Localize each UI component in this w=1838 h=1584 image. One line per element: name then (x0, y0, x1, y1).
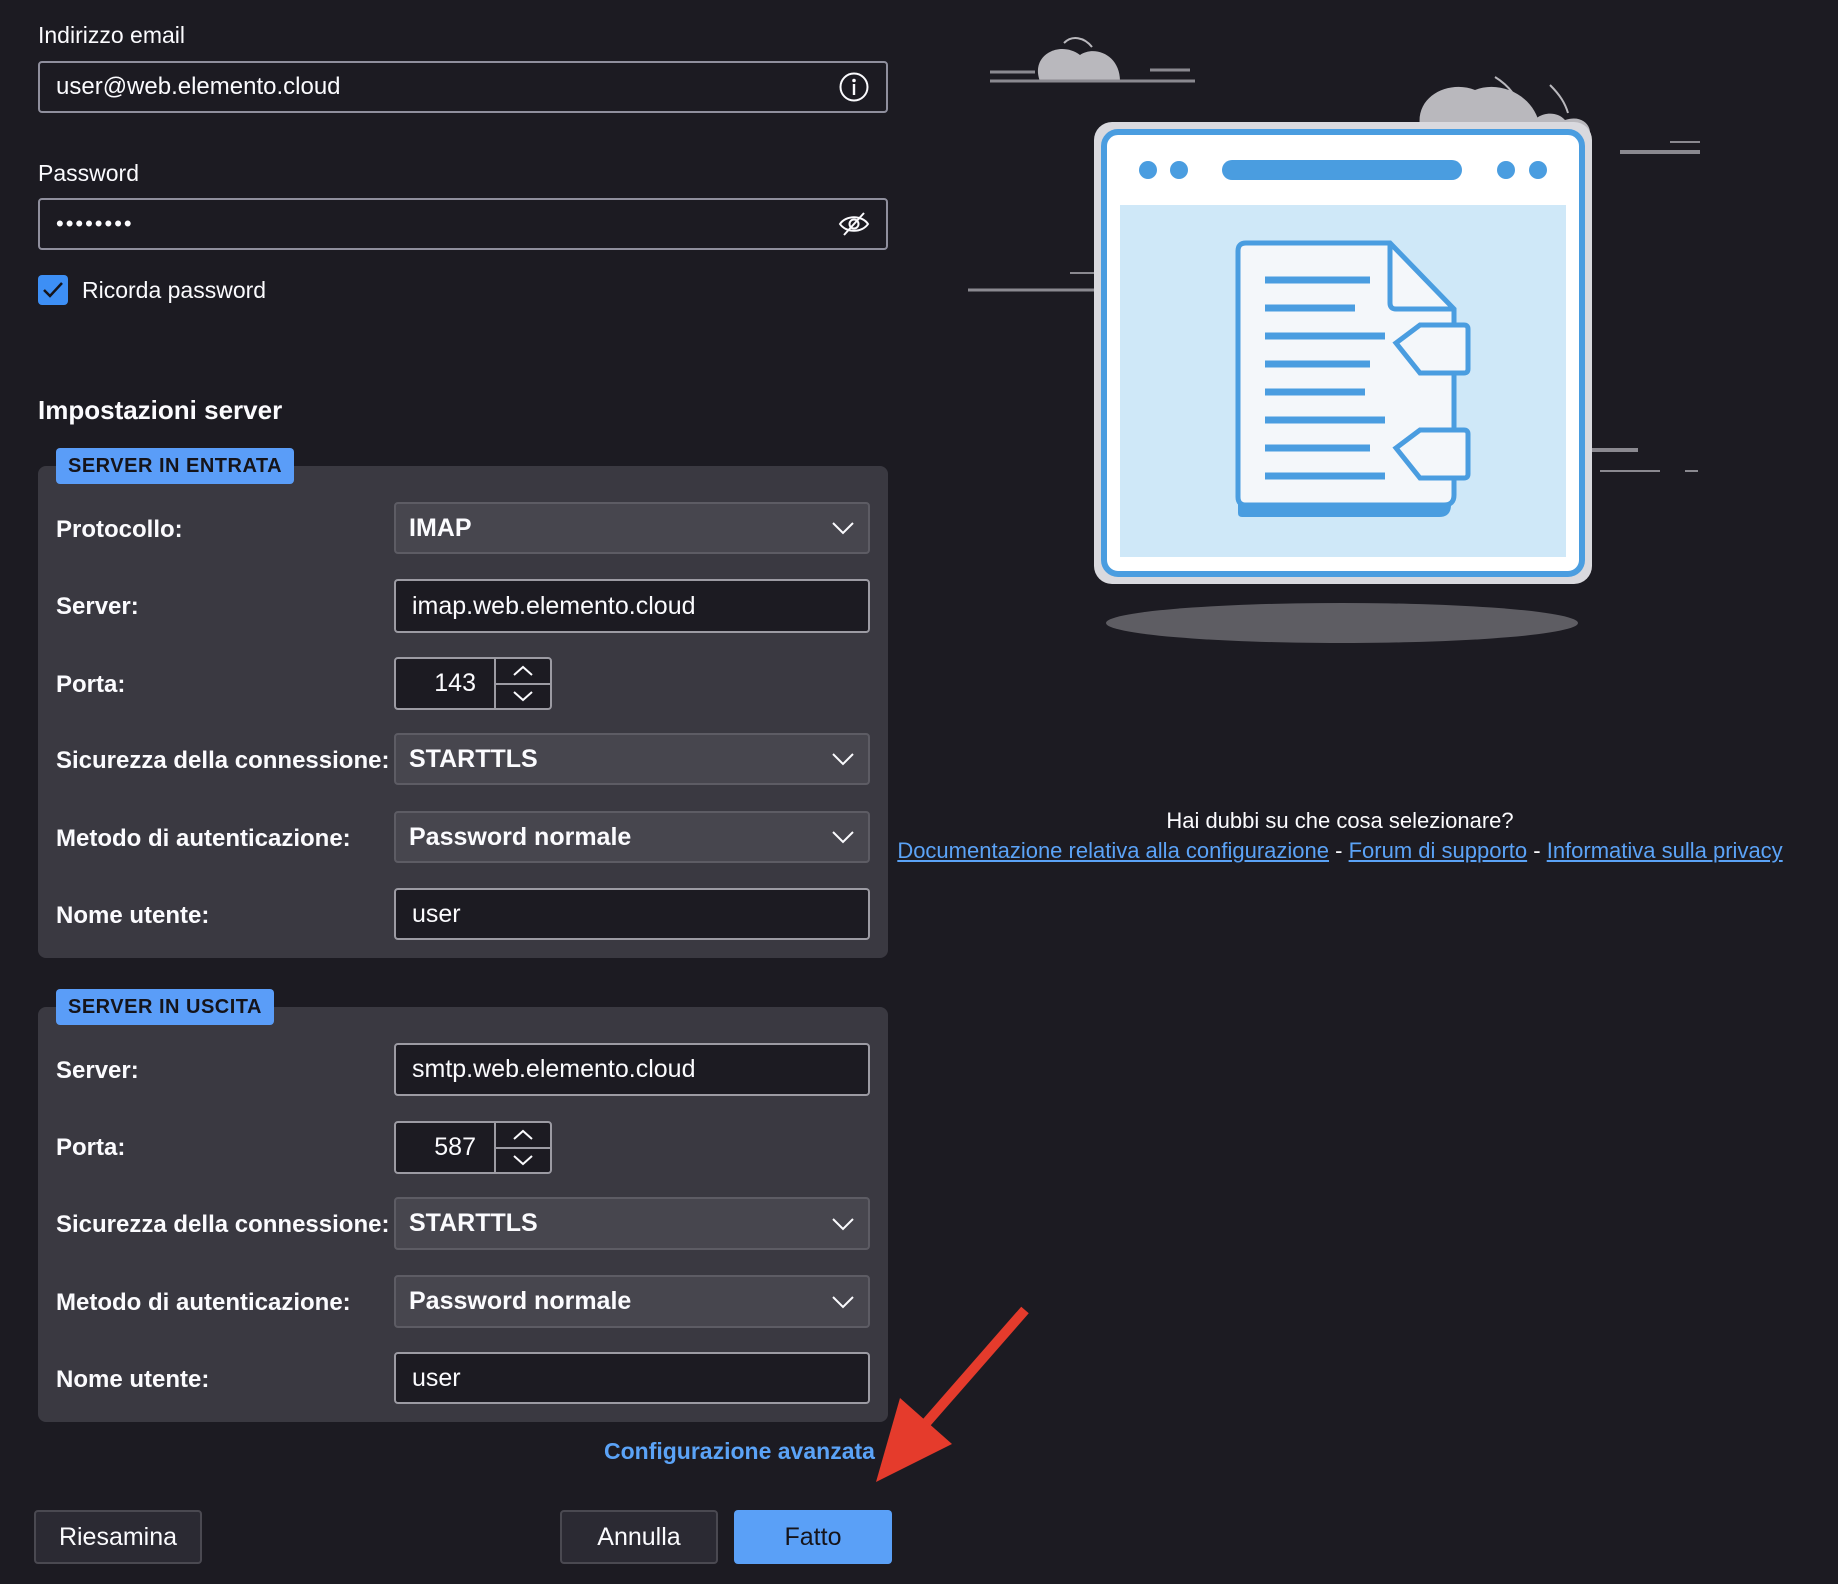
incoming-port-value: 143 (434, 669, 476, 697)
outgoing-port-value: 587 (434, 1133, 476, 1161)
remember-password[interactable]: Ricorda password (38, 275, 266, 305)
outgoing-auth-label: Metodo di autenticazione: (56, 1289, 351, 1316)
email-label: Indirizzo email (38, 22, 185, 48)
done-button[interactable]: Fatto (734, 1510, 892, 1564)
outgoing-auth-select[interactable]: Password normale (394, 1275, 870, 1328)
incoming-username-label: Nome utente: (56, 902, 210, 929)
support-forum-link[interactable]: Forum di supporto (1349, 838, 1528, 863)
outgoing-port-stepper[interactable]: 587 (394, 1121, 552, 1174)
incoming-protocol-select[interactable]: IMAP (394, 502, 870, 554)
incoming-auth-label: Metodo di autenticazione: (56, 825, 351, 852)
advanced-config-link[interactable]: Configurazione avanzata (604, 1438, 875, 1465)
cancel-button[interactable]: Annulla (560, 1510, 718, 1564)
remember-label: Ricorda password (82, 276, 267, 303)
incoming-protocol-value: IMAP (409, 513, 472, 542)
help-links: Documentazione relativa alla configurazi… (880, 837, 1800, 865)
outgoing-auth-value: Password normale (409, 1287, 632, 1315)
incoming-port-stepper[interactable]: 143 (394, 657, 552, 710)
incoming-security-value: STARTTLS (409, 744, 538, 773)
outgoing-security-select[interactable]: STARTTLS (394, 1197, 870, 1250)
remember-checkbox[interactable] (38, 275, 68, 305)
password-label: Password (38, 160, 139, 186)
outgoing-username-value: user (412, 1363, 461, 1392)
chevron-down-icon (831, 1217, 855, 1231)
outgoing-server-label: Server: (56, 1057, 139, 1084)
docs-link[interactable]: Documentazione relativa alla configurazi… (897, 838, 1329, 863)
incoming-auth-select[interactable]: Password normale (394, 811, 870, 863)
outgoing-username-input[interactable]: user (394, 1352, 870, 1404)
annotation-arrow-icon (876, 1306, 1029, 1482)
help-separator: - (1533, 838, 1541, 863)
help-question: Hai dubbi su che cosa selezionare? (1166, 808, 1514, 833)
stepper-down-icon[interactable] (496, 685, 550, 709)
incoming-username-value: user (412, 899, 461, 928)
info-icon[interactable] (838, 71, 870, 103)
chevron-down-icon (831, 1295, 855, 1309)
email-value: user@web.elemento.cloud (56, 73, 341, 100)
outgoing-server-input[interactable]: smtp.web.elemento.cloud (394, 1043, 870, 1096)
password-value: •••••••• (56, 211, 134, 236)
incoming-auth-value: Password normale (409, 822, 632, 851)
outgoing-security-label: Sicurezza della connessione: (56, 1211, 390, 1238)
server-settings-title: Impostazioni server (38, 395, 283, 425)
stepper-up-icon[interactable] (496, 659, 550, 685)
chevron-down-icon (831, 752, 855, 766)
outgoing-port-label: Porta: (56, 1134, 126, 1161)
outgoing-username-label: Nome utente: (56, 1366, 210, 1393)
stepper-down-icon[interactable] (496, 1149, 550, 1173)
help-separator: - (1335, 838, 1343, 863)
incoming-username-input[interactable]: user (394, 888, 870, 940)
stepper-up-icon[interactable] (496, 1123, 550, 1149)
chevron-down-icon (831, 830, 855, 844)
outgoing-server-value: smtp.web.elemento.cloud (412, 1055, 696, 1083)
review-button[interactable]: Riesamina (34, 1510, 202, 1564)
outgoing-security-value: STARTTLS (409, 1209, 538, 1237)
browser-document-illustration (968, 37, 1700, 643)
incoming-server-label: Server: (56, 593, 139, 620)
outgoing-server-legend: SERVER IN USCITA (56, 989, 274, 1025)
check-icon (43, 282, 63, 298)
incoming-server-value: imap.web.elemento.cloud (412, 591, 696, 620)
password-field[interactable]: •••••••• (38, 198, 888, 250)
incoming-security-label: Sicurezza della connessione: (56, 747, 390, 774)
email-field[interactable]: user@web.elemento.cloud (38, 61, 888, 113)
incoming-server-input[interactable]: imap.web.elemento.cloud (394, 579, 870, 633)
incoming-security-select[interactable]: STARTTLS (394, 733, 870, 785)
incoming-port-label: Porta: (56, 671, 126, 698)
eye-slash-icon[interactable] (838, 211, 870, 237)
incoming-server-legend: SERVER IN ENTRATA (56, 448, 295, 484)
incoming-protocol-label: Protocollo: (56, 516, 183, 543)
chevron-down-icon (831, 521, 855, 535)
privacy-link[interactable]: Informativa sulla privacy (1547, 838, 1783, 863)
